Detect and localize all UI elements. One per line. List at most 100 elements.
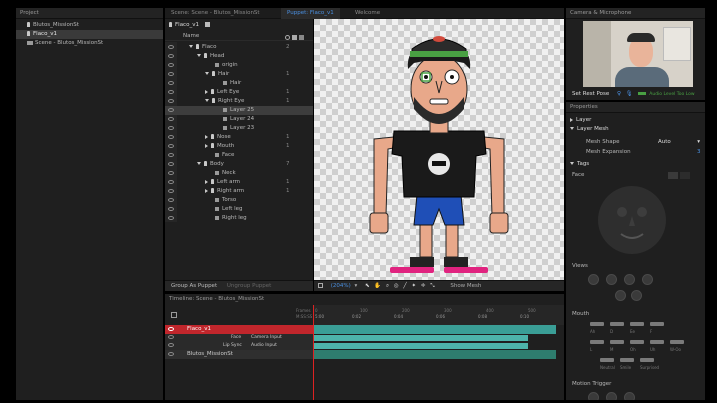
motion-trigger-icon[interactable] bbox=[588, 392, 599, 400]
stick-tool-icon[interactable]: ╱ bbox=[403, 283, 406, 289]
eye-icon[interactable] bbox=[168, 117, 174, 121]
lock-icon[interactable] bbox=[292, 35, 297, 40]
mouth-tag-d[interactable] bbox=[610, 322, 624, 326]
select-tool-icon[interactable]: ⬉ bbox=[365, 283, 370, 289]
eye-icon[interactable] bbox=[168, 180, 174, 184]
eye-icon[interactable] bbox=[168, 63, 174, 67]
tree-row[interactable]: Right arm 1 bbox=[165, 187, 313, 196]
puppet-canvas[interactable] bbox=[314, 19, 564, 280]
eye-icon[interactable] bbox=[168, 144, 174, 148]
track-header-blutos[interactable]: Blutos_MissionSt bbox=[165, 350, 313, 359]
eye-icon[interactable] bbox=[168, 90, 174, 94]
tree-row[interactable]: origin bbox=[165, 61, 313, 70]
eye-icon[interactable] bbox=[168, 54, 174, 58]
chevron-right-icon[interactable] bbox=[205, 188, 208, 193]
eye-icon[interactable] bbox=[168, 108, 174, 112]
mouth-tag-l[interactable] bbox=[590, 340, 604, 344]
ungroup-puppet-button[interactable]: Ungroup Puppet bbox=[227, 283, 271, 289]
eye-icon[interactable] bbox=[168, 81, 174, 85]
chevron-down-icon[interactable] bbox=[205, 99, 209, 102]
add-icon[interactable] bbox=[285, 35, 290, 40]
tree-row-selected[interactable]: Layer 25 bbox=[165, 106, 313, 115]
playhead[interactable] bbox=[313, 305, 314, 400]
eye-icon[interactable] bbox=[168, 343, 174, 347]
track-bar-flaco[interactable] bbox=[313, 325, 556, 334]
view-tag-up[interactable] bbox=[615, 290, 626, 301]
tab-puppet[interactable]: Puppet: Flaco_v1 bbox=[281, 8, 340, 19]
tree-row[interactable]: Face bbox=[165, 151, 313, 160]
chevron-right-icon[interactable] bbox=[205, 134, 208, 139]
track-header-face[interactable]: Face Camera Input bbox=[165, 334, 313, 342]
tree-row[interactable]: Nose 1 bbox=[165, 133, 313, 142]
eye-icon[interactable] bbox=[168, 99, 174, 103]
eye-icon[interactable] bbox=[168, 135, 174, 139]
project-item[interactable]: Scene - Blutos_MissionSt bbox=[16, 39, 163, 48]
show-mesh-toggle[interactable]: Show Mesh bbox=[450, 283, 481, 289]
eye-icon[interactable] bbox=[168, 198, 174, 202]
eye-icon[interactable] bbox=[168, 216, 174, 220]
hand-tool-icon[interactable]: ✋ bbox=[374, 283, 381, 289]
zoom-dropdown-icon[interactable]: ▾ bbox=[355, 283, 358, 289]
zoom-level[interactable]: (204%) bbox=[331, 283, 351, 289]
chevron-right-icon[interactable] bbox=[570, 117, 573, 122]
motion-trigger-icon[interactable] bbox=[624, 392, 635, 400]
tree-row[interactable]: Left arm 1 bbox=[165, 178, 313, 187]
eye-icon[interactable] bbox=[168, 126, 174, 130]
project-item-selected[interactable]: Flaco_v1 bbox=[16, 30, 163, 39]
dragger-tool-icon[interactable]: ⤡ bbox=[430, 283, 434, 289]
view-tag-down[interactable] bbox=[631, 290, 642, 301]
motion-trigger-icon[interactable] bbox=[606, 392, 617, 400]
layer-mesh-section-header[interactable]: Layer Mesh bbox=[566, 125, 609, 134]
tree-row[interactable]: Torso bbox=[165, 196, 313, 205]
microphone-icon[interactable]: 🎙 bbox=[626, 91, 633, 97]
tree-row[interactable]: Hair 1 bbox=[165, 70, 313, 79]
tree-row[interactable]: Right Eye 1 bbox=[165, 97, 313, 106]
eye-icon[interactable] bbox=[168, 153, 174, 157]
tree-row[interactable]: Mouth 1 bbox=[165, 142, 313, 151]
tab-welcome[interactable]: Welcome bbox=[349, 8, 386, 19]
tree-row[interactable]: Hair bbox=[165, 79, 313, 88]
chevron-down-icon[interactable] bbox=[570, 127, 574, 130]
mesh-shape-dropdown[interactable]: Auto ▾ bbox=[658, 138, 702, 147]
tree-row[interactable]: Layer 23 bbox=[165, 124, 313, 133]
mouth-tag-oh[interactable] bbox=[630, 340, 644, 344]
chevron-down-icon[interactable] bbox=[197, 162, 201, 165]
timeline-options-icon[interactable] bbox=[171, 312, 177, 318]
origin-tool-icon[interactable]: ◎ bbox=[394, 283, 399, 289]
chevron-down-icon[interactable] bbox=[570, 162, 574, 165]
track-header-flaco[interactable]: Flaco_v1 bbox=[165, 325, 313, 334]
grid-icon[interactable] bbox=[299, 35, 304, 40]
eye-icon[interactable] bbox=[168, 207, 174, 211]
tree-row[interactable]: Neck bbox=[165, 169, 313, 178]
tree-row[interactable]: Layer 24 bbox=[165, 115, 313, 124]
mouth-tag-w-oo[interactable] bbox=[670, 340, 684, 344]
mouth-tag-ah[interactable] bbox=[590, 322, 604, 326]
tree-row[interactable]: Head bbox=[165, 52, 313, 61]
camera-icon[interactable] bbox=[204, 22, 210, 27]
face-tag-toggle[interactable] bbox=[668, 172, 678, 179]
chevron-down-icon[interactable] bbox=[205, 72, 209, 75]
zoom-tool-icon[interactable]: ⌕ bbox=[386, 283, 389, 289]
chevron-down-icon[interactable] bbox=[189, 45, 193, 48]
group-as-puppet-button[interactable]: Group As Puppet bbox=[171, 283, 217, 289]
eye-icon[interactable] bbox=[168, 162, 174, 166]
set-rest-pose-button[interactable]: Set Rest Pose bbox=[572, 91, 609, 97]
fit-icon[interactable] bbox=[318, 283, 323, 288]
eye-icon[interactable] bbox=[168, 189, 174, 193]
face-tag-toggle-alt[interactable] bbox=[680, 172, 690, 179]
mouth-tag-ee[interactable] bbox=[630, 322, 644, 326]
mouth-tag-m[interactable] bbox=[610, 340, 624, 344]
layer-section-header[interactable]: Layer bbox=[566, 116, 591, 125]
eye-icon[interactable] bbox=[168, 45, 174, 49]
eye-icon[interactable] bbox=[168, 352, 174, 356]
handle-tool-icon[interactable]: ✛ bbox=[421, 283, 426, 289]
mouth-tag-uh[interactable] bbox=[650, 340, 664, 344]
chevron-right-icon[interactable] bbox=[205, 179, 208, 184]
view-tag-left-quarter[interactable] bbox=[606, 274, 617, 285]
track-bar-face[interactable] bbox=[313, 335, 528, 341]
mouth-tag-f[interactable] bbox=[650, 322, 664, 326]
tree-row[interactable]: Body 7 bbox=[165, 160, 313, 169]
tree-row[interactable]: Left Eye 1 bbox=[165, 88, 313, 97]
pin-tool-icon[interactable]: ✦ bbox=[411, 283, 416, 289]
view-tag-left[interactable] bbox=[588, 274, 599, 285]
